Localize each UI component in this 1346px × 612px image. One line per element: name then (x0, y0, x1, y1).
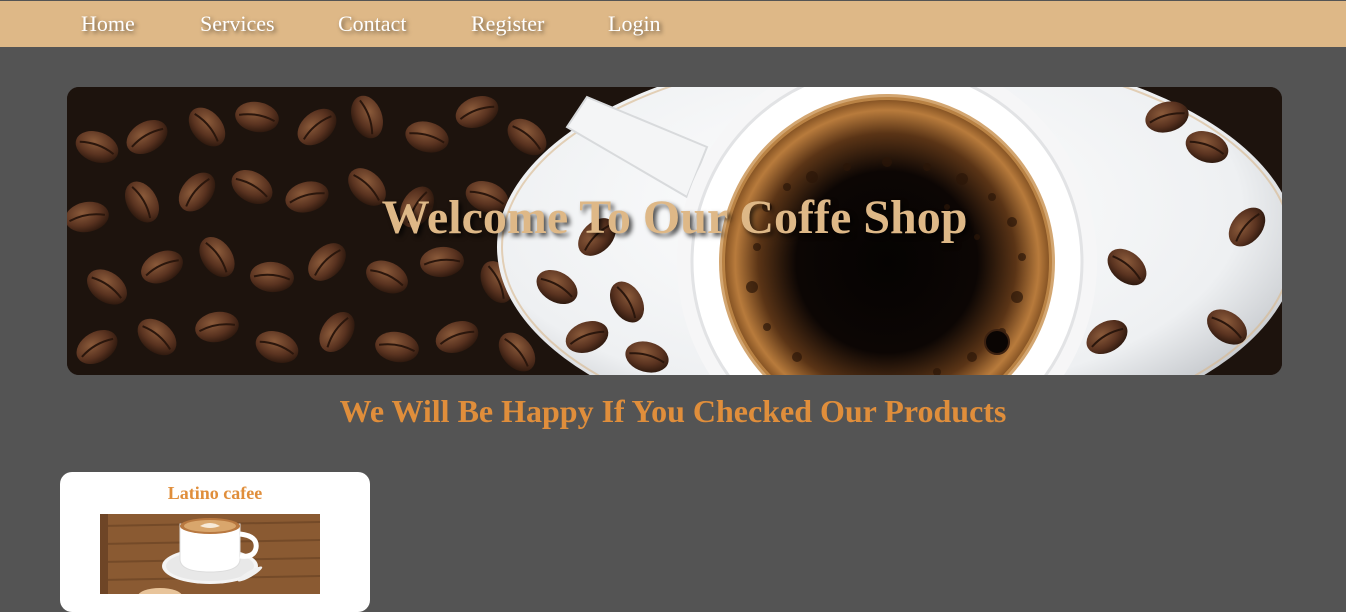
hero-banner: Welcome To Our Coffe Shop (67, 87, 1282, 375)
product-image (100, 514, 320, 594)
product-name: Latino cafee (167, 483, 263, 503)
products-tagline: We Will Be Happy If You Checked Our Prod… (339, 393, 1007, 429)
nav-link-services[interactable]: Services (200, 11, 275, 37)
nav-link-home[interactable]: Home (81, 11, 135, 37)
product-card[interactable]: Latino cafee (60, 472, 370, 612)
latte-image (100, 514, 320, 594)
nav-link-contact[interactable]: Contact (338, 11, 406, 37)
hero-title: Welcome To Our Coffe Shop (381, 191, 968, 244)
nav-link-register[interactable]: Register (471, 11, 544, 37)
top-navbar: Home Services Contact Register Login (0, 1, 1346, 47)
nav-link-login[interactable]: Login (608, 11, 661, 37)
